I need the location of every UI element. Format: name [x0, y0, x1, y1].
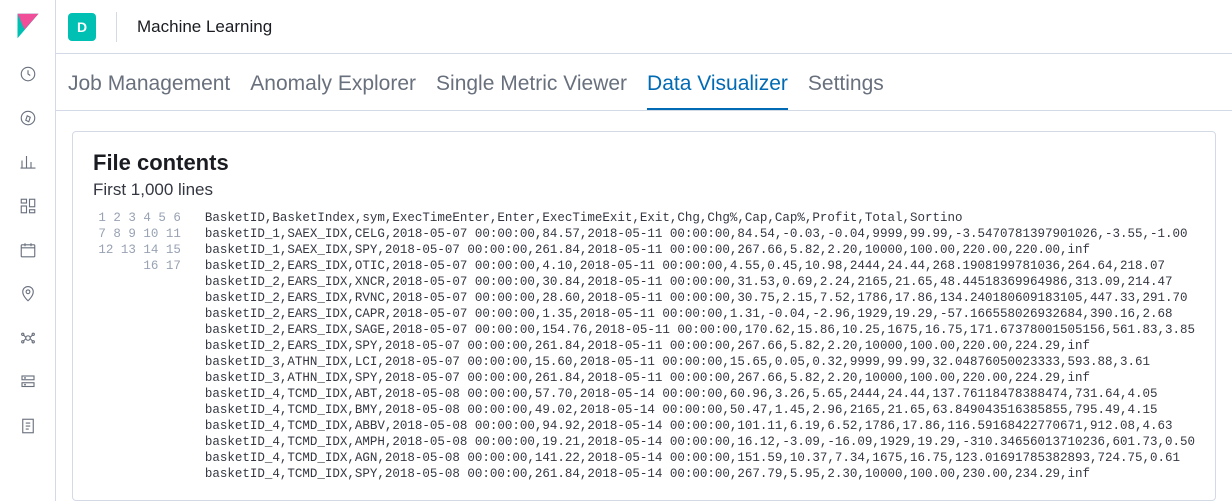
app-badge[interactable]: D — [68, 13, 96, 41]
timelion-icon[interactable] — [18, 240, 38, 260]
tab-job-management[interactable]: Job Management — [68, 72, 230, 110]
maps-icon[interactable] — [18, 284, 38, 304]
tab-settings[interactable]: Settings — [808, 72, 884, 110]
panel-subtitle: First 1,000 lines — [93, 180, 1195, 200]
content-area: File contents First 1,000 lines 1 2 3 4 … — [56, 111, 1232, 501]
tab-data-visualizer[interactable]: Data Visualizer — [647, 72, 788, 110]
infra-icon[interactable] — [18, 372, 38, 392]
code-lines: BasketID,BasketIndex,sym,ExecTimeEnter,E… — [205, 210, 1195, 482]
app-title: Machine Learning — [137, 17, 272, 37]
main-content: D Machine Learning Job Management Anomaly… — [56, 0, 1232, 501]
logs-icon[interactable] — [18, 416, 38, 436]
visualize-icon[interactable] — [18, 152, 38, 172]
discover-icon[interactable] — [18, 108, 38, 128]
tabs: Job Management Anomaly Explorer Single Met… — [56, 54, 1232, 111]
file-contents-panel: File contents First 1,000 lines 1 2 3 4 … — [72, 131, 1216, 501]
ml-icon[interactable] — [18, 328, 38, 348]
divider — [116, 12, 117, 42]
dashboard-icon[interactable] — [18, 196, 38, 216]
tab-anomaly-explorer[interactable]: Anomaly Explorer — [250, 72, 416, 110]
sidebar — [0, 0, 56, 501]
code-viewer: 1 2 3 4 5 6 7 8 9 10 11 12 13 14 15 16 1… — [93, 210, 1195, 482]
recent-icon[interactable] — [18, 64, 38, 84]
kibana-logo-icon[interactable] — [14, 12, 42, 40]
topbar: D Machine Learning — [56, 0, 1232, 54]
tab-single-metric-viewer[interactable]: Single Metric Viewer — [436, 72, 627, 110]
code-gutter: 1 2 3 4 5 6 7 8 9 10 11 12 13 14 15 16 1… — [93, 210, 205, 482]
panel-title: File contents — [93, 150, 1195, 176]
